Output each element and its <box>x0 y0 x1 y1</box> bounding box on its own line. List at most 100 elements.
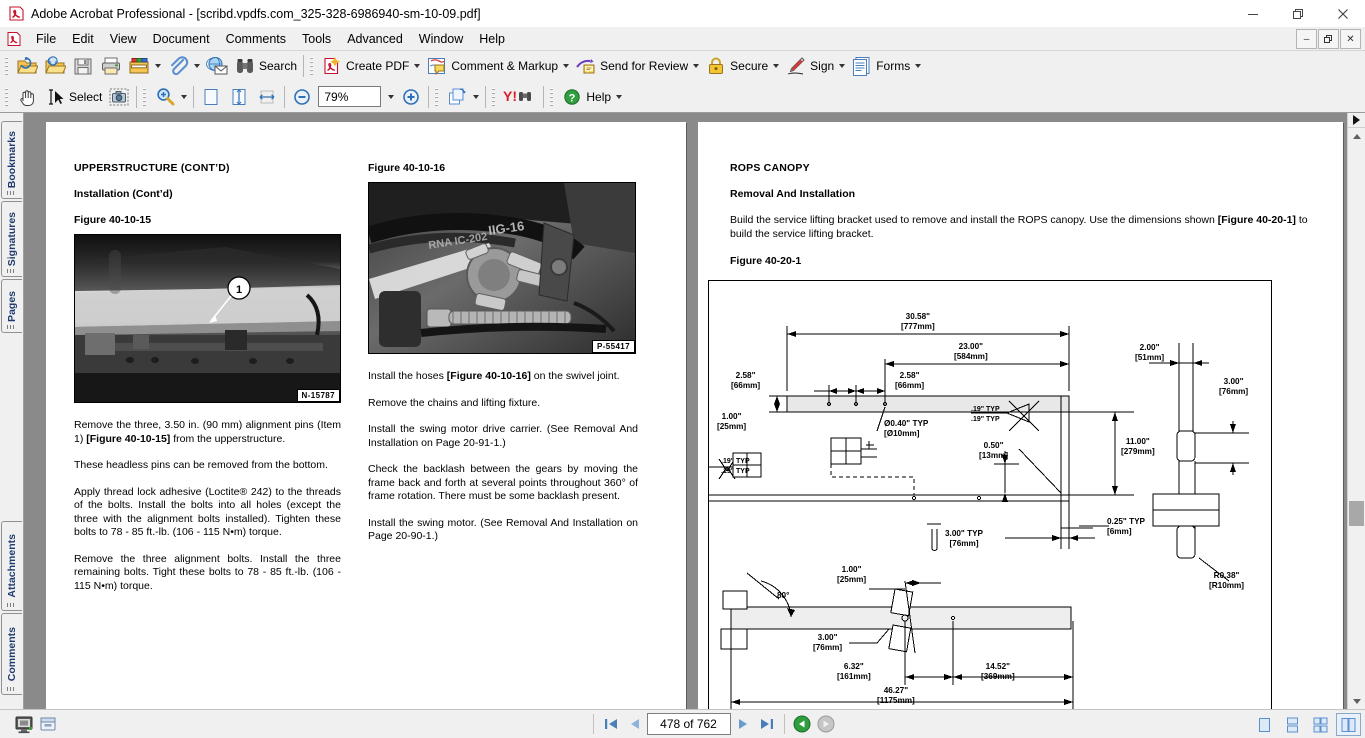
facing-page-view-button[interactable] <box>1336 713 1361 736</box>
open-button[interactable] <box>13 52 41 80</box>
chevron-down-icon[interactable] <box>194 64 200 68</box>
acrobat-logo-icon <box>8 5 25 22</box>
menu-window[interactable]: Window <box>411 29 471 49</box>
work-area: Bookmarks Signatures Pages Attachments C… <box>0 113 1365 709</box>
scroll-up-button[interactable] <box>1348 128 1365 144</box>
sidebar-tab-signatures[interactable]: Signatures <box>1 201 22 277</box>
document-close-button[interactable]: ✕ <box>1340 29 1361 49</box>
zoom-in-button[interactable] <box>397 83 425 111</box>
toolbar-grip[interactable] <box>434 85 442 108</box>
first-page-button[interactable] <box>599 713 623 735</box>
menu-document[interactable]: Document <box>145 29 218 49</box>
toolbar-grip[interactable] <box>4 85 11 108</box>
chevron-down-icon[interactable] <box>388 94 395 99</box>
split-view-handle[interactable] <box>1348 113 1365 128</box>
chevron-down-icon[interactable] <box>693 64 700 68</box>
scrollbar-track[interactable] <box>1348 144 1365 693</box>
send-email-button[interactable] <box>203 52 231 80</box>
sign-button[interactable]: Sign <box>782 52 848 80</box>
toolbar-grip[interactable] <box>4 55 11 77</box>
dim-0-50: 0.50" [13mm] <box>979 441 1009 460</box>
toolbar-grip[interactable] <box>491 85 499 108</box>
send-for-review-button[interactable]: Send for Review <box>572 52 702 80</box>
forms-button[interactable]: Forms <box>848 52 924 80</box>
email-button[interactable] <box>125 52 164 80</box>
minimize-button[interactable] <box>1230 0 1275 27</box>
signature-status-icon[interactable] <box>36 713 60 735</box>
toolbar-grip[interactable] <box>142 85 150 108</box>
previous-view-button[interactable] <box>790 713 814 735</box>
sidebar-tab-bookmarks[interactable]: Bookmarks <box>1 121 22 199</box>
close-button[interactable] <box>1320 0 1365 27</box>
menu-edit[interactable]: Edit <box>64 29 102 49</box>
menu-file[interactable]: File <box>28 29 64 49</box>
forms-icon <box>851 55 873 77</box>
fit-width-button[interactable] <box>253 83 281 111</box>
last-page-button[interactable] <box>755 713 779 735</box>
page-number-input[interactable]: 478 of 762 <box>646 713 731 735</box>
next-page-button[interactable] <box>731 713 755 735</box>
page-viewport[interactable]: UPPERSTRUCTURE (CONT’D) Installation (Co… <box>24 113 1347 709</box>
zoom-tool-button[interactable] <box>151 83 190 111</box>
toolbar-grip[interactable] <box>549 85 557 108</box>
rotate-view-button[interactable] <box>443 83 482 111</box>
save-button[interactable] <box>69 52 97 80</box>
previous-page-button[interactable] <box>623 713 647 735</box>
yahoo-search-button[interactable]: Y! <box>500 83 540 111</box>
vertical-scrollbar[interactable] <box>1347 113 1365 709</box>
sidebar-tab-comments[interactable]: Comments <box>1 613 22 695</box>
security-status-icon[interactable] <box>12 713 36 735</box>
chevron-down-icon[interactable] <box>155 64 161 68</box>
dim-46-27: 46.27" [1175mm] <box>877 686 915 705</box>
maximize-restore-button[interactable] <box>1275 0 1320 27</box>
zoom-out-button[interactable] <box>288 83 316 111</box>
document-restore-button[interactable] <box>1318 29 1339 49</box>
chevron-down-icon[interactable] <box>181 94 188 99</box>
menu-comments[interactable]: Comments <box>218 29 294 49</box>
chevron-down-icon[interactable] <box>616 94 623 99</box>
organizer-button[interactable] <box>41 52 69 80</box>
menu-view[interactable]: View <box>102 29 145 49</box>
globe-mail-icon <box>206 55 228 77</box>
create-pdf-button[interactable]: Create PDF <box>318 52 423 80</box>
sidebar-tab-pages[interactable]: Pages <box>1 279 22 333</box>
snapshot-tool-button[interactable] <box>105 83 133 111</box>
toolbar-grip[interactable] <box>309 55 317 77</box>
c2p1-post: on the swivel joint. <box>530 370 620 382</box>
sidebar-tab-attachments-label: Attachments <box>6 534 18 598</box>
chevron-down-icon[interactable] <box>414 64 421 68</box>
menu-tools[interactable]: Tools <box>294 29 339 49</box>
print-button[interactable] <box>97 52 125 80</box>
chevron-down-icon[interactable] <box>915 64 922 68</box>
body-pre: Build the service lifting bracket used t… <box>730 214 1218 226</box>
facing-continuous-view-button[interactable] <box>1308 713 1333 736</box>
help-button[interactable]: ? Help <box>558 83 625 111</box>
chevron-down-icon[interactable] <box>839 64 846 68</box>
left-page-heading: UPPERSTRUCTURE (CONT’D) <box>74 162 230 174</box>
select-tool-button[interactable]: Select <box>41 83 105 111</box>
next-view-button[interactable] <box>814 713 838 735</box>
document-minimize-button[interactable]: – <box>1296 29 1317 49</box>
single-page-view-button[interactable] <box>1252 713 1277 736</box>
menu-help[interactable]: Help <box>471 29 513 49</box>
search-button[interactable]: Search <box>231 52 300 80</box>
comment-markup-button[interactable]: Comment & Markup <box>423 52 572 80</box>
fit-page-button[interactable] <box>225 83 253 111</box>
continuous-view-button[interactable] <box>1280 713 1305 736</box>
attach-button[interactable] <box>164 52 203 80</box>
chevron-down-icon[interactable] <box>563 64 570 68</box>
zoom-level-input[interactable]: 79% <box>318 86 382 107</box>
actual-size-button[interactable] <box>197 83 225 111</box>
chevron-down-icon[interactable] <box>773 64 780 68</box>
hand-tool-button[interactable] <box>13 83 41 111</box>
menu-bar: File Edit View Document Comments Tools A… <box>0 27 1365 51</box>
open-folder-icon <box>16 55 38 77</box>
scroll-down-button[interactable] <box>1348 693 1365 709</box>
menu-advanced[interactable]: Advanced <box>339 29 411 49</box>
sidebar-tab-attachments[interactable]: Attachments <box>1 521 22 611</box>
scrollbar-thumb[interactable] <box>1349 501 1364 526</box>
secure-button[interactable]: Secure <box>702 52 782 80</box>
organizer-icon <box>44 55 66 77</box>
chevron-down-icon[interactable] <box>473 94 480 99</box>
zoom-dropdown-button[interactable] <box>383 83 397 111</box>
